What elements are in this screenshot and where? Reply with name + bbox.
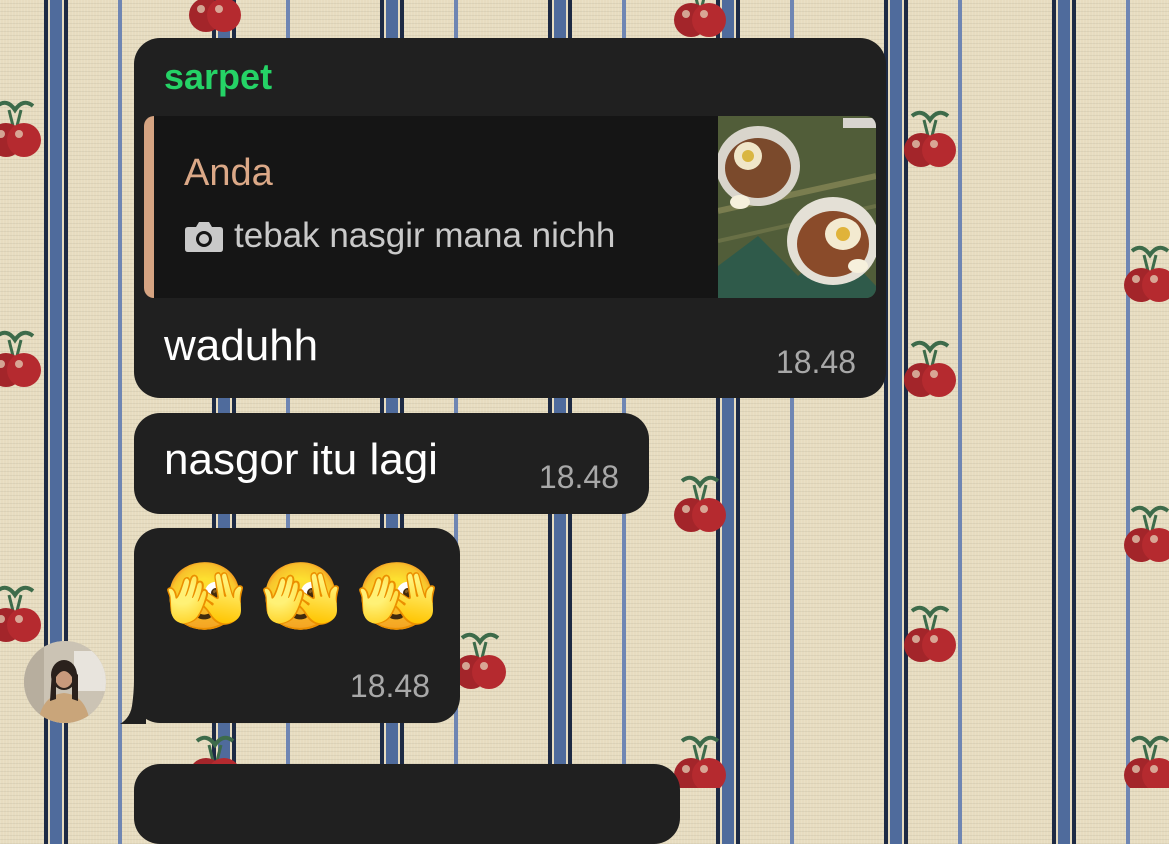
message-bubble-reply[interactable]: sarpet Anda tebak nasgir mana nichh wadu… [134,38,886,398]
message-emoji-text: 🫣🫣🫣 [164,559,453,633]
quoted-author: Anda [184,152,273,194]
quoted-message[interactable]: Anda tebak nasgir mana nichh [144,116,876,298]
message-bubble-emoji[interactable]: 🫣🫣🫣 18.48 [134,528,460,723]
quoted-caption-row: tebak nasgir mana nichh [184,216,615,256]
photo-thumbnail[interactable] [718,116,876,298]
message-timestamp: 18.48 [775,344,856,380]
message-bubble[interactable]: nasgor itu lagi 18.48 [134,413,649,514]
avatar-photo [24,641,106,723]
message-bubble-partial[interactable] [134,764,680,844]
message-timestamp: 18.48 [349,668,430,704]
message-text: waduhh [164,321,319,370]
camera-icon [185,222,223,252]
quoted-caption-text: tebak nasgir mana nichh [234,216,616,255]
message-text: nasgor itu lagi [164,435,438,484]
quote-accent-bar [144,116,154,298]
message-timestamp: 18.48 [538,459,619,495]
sender-name[interactable]: sarpet [164,56,272,98]
bubble-tail [120,680,146,724]
contact-avatar[interactable] [24,641,106,723]
